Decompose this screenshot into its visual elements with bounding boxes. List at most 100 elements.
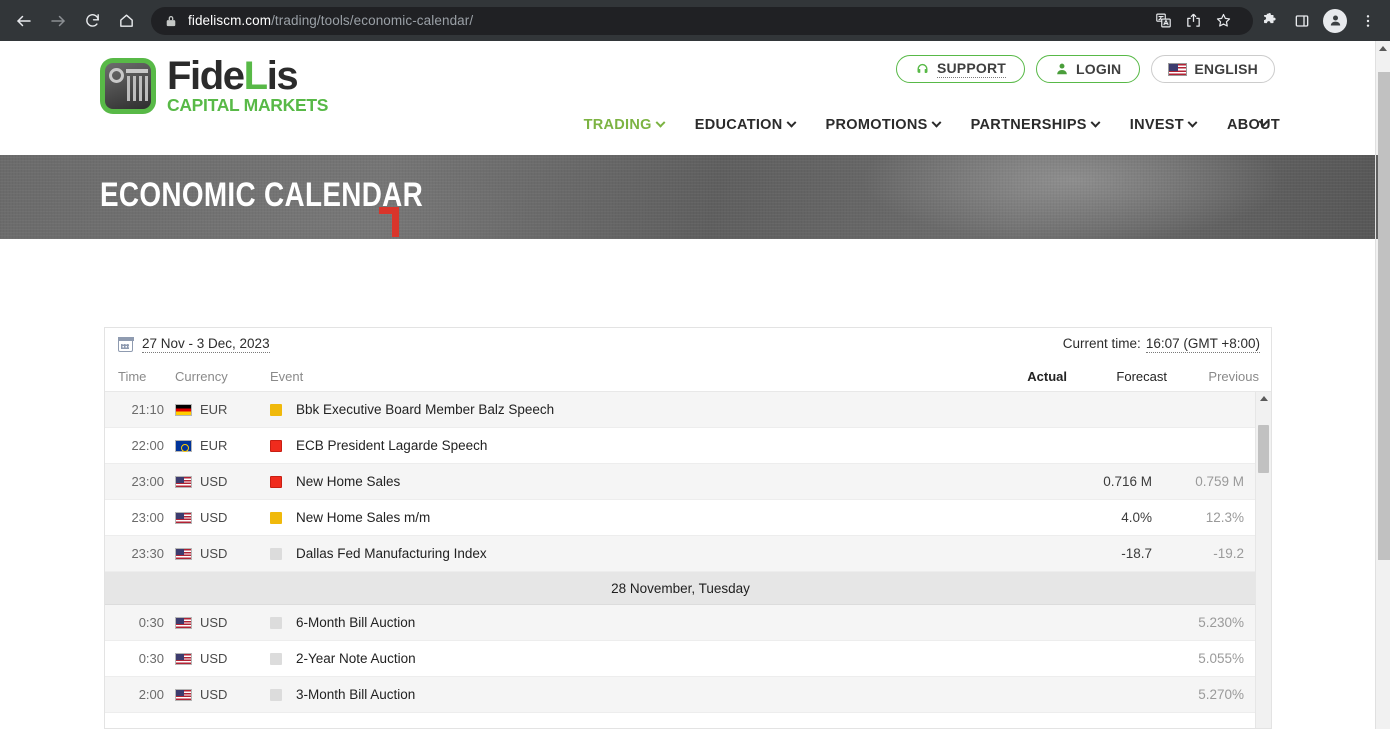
row-currency: USD — [175, 651, 270, 666]
us-flag-icon — [1168, 62, 1188, 76]
chevron-down-icon — [786, 117, 796, 128]
reload-icon — [85, 14, 99, 27]
nav-item-education-label: EDUCATION — [694, 117, 783, 133]
row-event: 2-Year Note Auction — [270, 651, 960, 666]
home-button[interactable] — [110, 5, 142, 37]
row-event: Dallas Fed Manufacturing Index — [270, 546, 960, 561]
translate-button[interactable] — [1149, 7, 1177, 35]
address-bar[interactable]: fideliscm.com/trading/tools/economic-cal… — [151, 6, 1253, 35]
share-icon — [1186, 13, 1200, 27]
bookmark-button[interactable] — [1209, 7, 1237, 35]
calendar-scrollbar-thumb[interactable] — [1258, 425, 1269, 473]
home-icon — [119, 14, 133, 27]
current-time-value[interactable]: 16:07 (GMT +8:00) — [1145, 336, 1260, 353]
browser-actions — [1253, 5, 1390, 37]
column-capital-shape — [126, 69, 148, 74]
row-previous: 12.3% — [1205, 510, 1244, 525]
current-time-label: Current time: — [1062, 336, 1141, 351]
row-event-label: New Home Sales — [296, 474, 401, 489]
site-header: FideLis CAPITAL MARKETS SUPPORT LOGIN EN… — [0, 41, 1375, 155]
table-row[interactable]: 21:10 EUR Bbk Executive Board Member Balz … — [105, 392, 1256, 428]
lock-glyph — [166, 15, 176, 26]
page-scrollbar-thumb[interactable] — [1378, 72, 1390, 560]
logo-text: FideLis CAPITAL MARKETS — [167, 54, 329, 116]
row-currency-label: EUR — [200, 402, 228, 417]
table-row[interactable]: 23:30 USD Dallas Fed Manufacturing Index -1… — [105, 536, 1256, 572]
row-time: 23:00 — [131, 510, 164, 525]
row-event: New Home Sales — [270, 474, 960, 489]
nav-item-invest[interactable]: INVEST — [1129, 117, 1198, 133]
nav-item-about[interactable]: ABOUT — [1227, 116, 1280, 133]
us-flag-icon — [175, 616, 192, 629]
us-flag-icon — [175, 652, 192, 665]
row-currency: EUR — [175, 402, 270, 417]
browser-menu-button[interactable] — [1352, 5, 1384, 37]
extensions-button[interactable] — [1253, 5, 1285, 37]
side-panel-button[interactable] — [1286, 5, 1318, 37]
date-range-picker[interactable]: 27 Nov - 3 Dec, 2023 — [117, 336, 270, 353]
back-button[interactable] — [8, 5, 40, 37]
table-row[interactable]: 0:30 USD 2-Year Note Auction 5.055% — [105, 641, 1256, 677]
logo-subtitle: CAPITAL MARKETS — [167, 95, 329, 116]
table-row[interactable]: 0:30 USD 6-Month Bill Auction 5.230% — [105, 605, 1256, 641]
page-scroll-up-arrow-icon[interactable] — [1379, 46, 1387, 51]
share-button[interactable] — [1179, 7, 1207, 35]
row-previous: 0.759 M — [1195, 474, 1244, 489]
lock-icon — [165, 14, 177, 28]
login-button[interactable]: LOGIN — [1036, 55, 1141, 83]
nav-item-partnerships[interactable]: PARTNERSHIPS — [971, 117, 1101, 133]
table-row[interactable]: 2:00 USD 3-Month Bill Auction 5.270% — [105, 677, 1256, 713]
profile-button[interactable] — [1319, 5, 1351, 37]
row-time: 21:10 — [131, 402, 164, 417]
calendar-scrollbar[interactable] — [1255, 392, 1271, 728]
table-row[interactable]: 23:00 USD New Home Sales m/m 4.0% 12.3% — [105, 500, 1256, 536]
nav-item-promotions[interactable]: PROMOTIONS — [825, 117, 942, 133]
nav-item-invest-label: INVEST — [1129, 117, 1184, 133]
url-path: /trading/tools/economic-calendar/ — [271, 13, 474, 28]
table-row[interactable]: 23:00 USD New Home Sales 0.716 M 0.759 M — [105, 464, 1256, 500]
hero-accent-bracket — [379, 207, 399, 237]
site-logo[interactable]: FideLis CAPITAL MARKETS — [100, 54, 329, 116]
column-header-event[interactable]: Event — [270, 369, 975, 384]
support-button-label: SUPPORT — [936, 60, 1007, 78]
extensions-puzzle-icon — [1263, 12, 1276, 24]
side-panel-icon — [1295, 14, 1309, 27]
row-forecast: -18.7 — [1121, 546, 1152, 561]
table-row[interactable]: 22:00 EUR ECB President Lagarde Speech — [105, 428, 1256, 464]
calendar-table-body: 21:10 EUR Bbk Executive Board Member Balz … — [105, 392, 1271, 728]
row-currency-label: USD — [200, 615, 228, 630]
column-header-forecast[interactable]: Forecast — [1067, 369, 1167, 384]
forward-button[interactable] — [42, 5, 74, 37]
logo-name-main: Fide — [167, 54, 245, 98]
row-time: 2:00 — [138, 687, 164, 702]
nav-item-promotions-label: PROMOTIONS — [825, 117, 928, 133]
nav-item-education[interactable]: EDUCATION — [694, 117, 796, 133]
row-event-label: ECB President Lagarde Speech — [296, 438, 488, 453]
us-flag-icon — [175, 511, 192, 524]
nav-item-trading-label: TRADING — [583, 117, 652, 133]
url-host: fideliscm.com — [188, 13, 272, 28]
forward-arrow-icon — [51, 15, 65, 26]
row-currency-label: USD — [200, 546, 228, 561]
page-scrollbar[interactable] — [1375, 41, 1390, 729]
main-navigation: TRADING EDUCATION PROMOTIONS PARTNERSHIP… — [583, 116, 1280, 133]
reload-button[interactable] — [76, 5, 108, 37]
day-separator-label: 28 November, Tuesday — [611, 580, 750, 596]
column-header-previous[interactable]: Previous — [1167, 369, 1271, 384]
row-currency: USD — [175, 615, 270, 630]
column-header-actual[interactable]: Actual — [975, 369, 1067, 384]
language-button-label: ENGLISH — [1194, 61, 1258, 77]
row-currency: USD — [175, 474, 270, 489]
language-button[interactable]: ENGLISH — [1151, 55, 1275, 83]
row-time: 0:30 — [138, 615, 164, 630]
scroll-up-arrow-icon[interactable] — [1259, 396, 1268, 401]
nav-item-trading[interactable]: TRADING — [583, 117, 666, 133]
support-button[interactable]: SUPPORT — [895, 55, 1026, 83]
column-header-currency[interactable]: Currency — [175, 369, 270, 384]
column-scroll-shape — [109, 68, 124, 84]
row-event-label: Dallas Fed Manufacturing Index — [296, 546, 487, 561]
browser-nav-buttons — [0, 5, 142, 37]
three-dot-menu-icon — [1366, 14, 1370, 27]
row-currency: USD — [175, 546, 270, 561]
column-header-time[interactable]: Time — [105, 369, 175, 384]
